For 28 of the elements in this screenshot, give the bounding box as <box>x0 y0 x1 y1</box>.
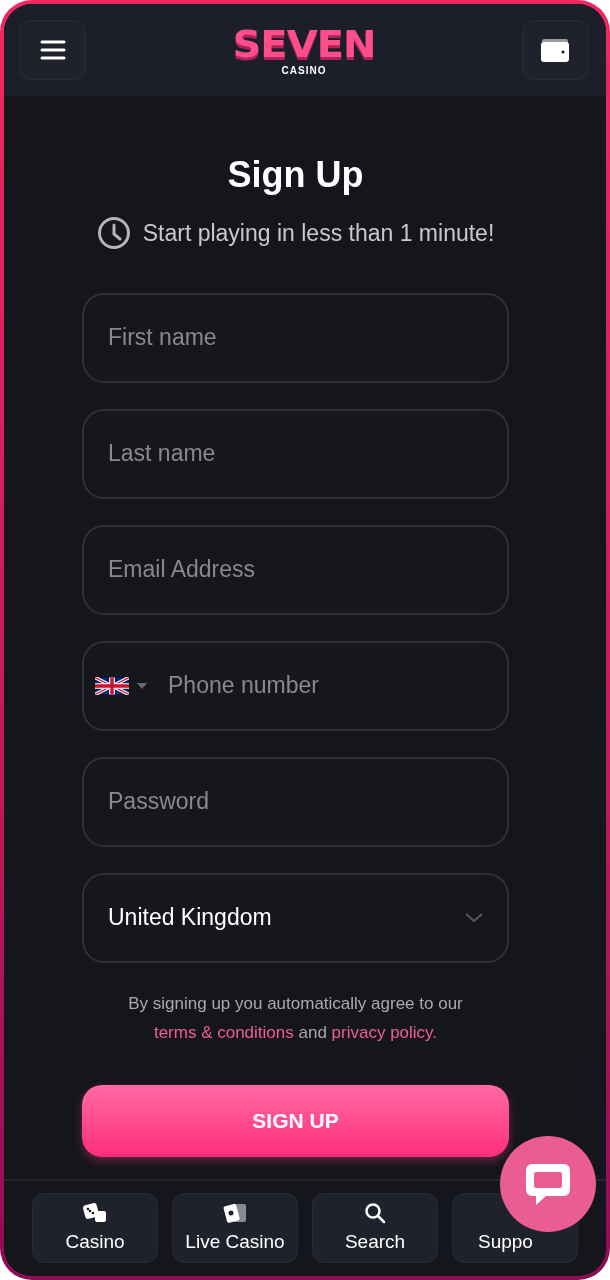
page-title: Sign Up <box>226 153 365 197</box>
flag-icon[interactable] <box>95 676 129 695</box>
input-field[interactable]: First name <box>82 292 509 383</box>
terms-link[interactable]: terms & conditions <box>153 1022 294 1042</box>
nav-tab[interactable]: Live Casino <box>172 1193 298 1263</box>
chevron-icon <box>465 912 483 923</box>
phone-field[interactable]: Phone number <box>82 640 509 731</box>
input-field[interactable]: Email Address <box>82 524 509 615</box>
chat-icon <box>524 1161 572 1207</box>
menu-icon <box>39 39 66 61</box>
logo-subtitle: CASINO <box>281 66 327 76</box>
logo[interactable]: SEVEN <box>232 25 376 63</box>
caret-icon[interactable] <box>137 682 147 689</box>
clock-icon <box>96 216 131 251</box>
privacy-link[interactable]: privacy policy. <box>331 1022 438 1042</box>
search-icon <box>364 1201 386 1224</box>
password-field[interactable]: Password <box>82 756 509 847</box>
dice-icon <box>82 1201 108 1224</box>
agreement-text: By signing up you automatically agree to our terms & conditions and privacy policy. <box>127 992 464 1044</box>
menu-button[interactable] <box>19 20 86 80</box>
nav-tab[interactable]: Casino <box>32 1193 158 1263</box>
input-field[interactable]: Last name <box>82 408 509 499</box>
cards-icon <box>222 1201 248 1224</box>
subtitle: Start playing in less than 1 minute! <box>142 219 495 248</box>
wallet-icon <box>540 37 571 63</box>
country-select[interactable]: United Kingdom <box>82 872 509 963</box>
nav-tab[interactable]: Search <box>312 1193 438 1263</box>
wallet-button[interactable] <box>522 20 589 80</box>
